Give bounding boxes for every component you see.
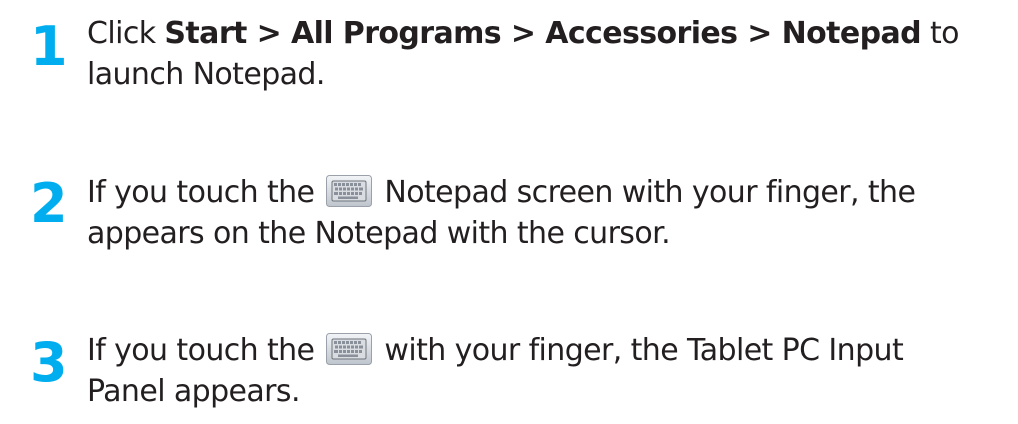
step-2-line-1: If you touch the Notepad screen with you… [87,173,916,213]
step-1-line-1: Click Start > All Programs > Accessories… [87,14,959,54]
step-3-line-1: If you touch the with your finger, the T… [87,331,904,371]
step-2-line-2: appears on the Notepad with the cursor. [87,216,671,251]
keyboard-icon [326,333,373,365]
step-text: If you touch the [87,175,315,210]
keyboard-icon [326,175,373,207]
step-number: 3 [30,331,68,394]
menu-path: Start > All Programs > Accessories > Not… [164,16,922,51]
step-number: 1 [30,15,68,78]
step-text: Click [87,16,165,51]
step-text: If you touch the [87,333,315,368]
step-text: with your finger, the Tablet PC Input [384,333,904,368]
step-text: to [921,16,960,51]
step-number: 2 [30,172,68,235]
step-3-line-2: Panel appears. [87,374,300,409]
step-1-line-2: launch Notepad. [87,57,325,92]
step-text: Notepad screen with your finger, the [384,175,916,210]
